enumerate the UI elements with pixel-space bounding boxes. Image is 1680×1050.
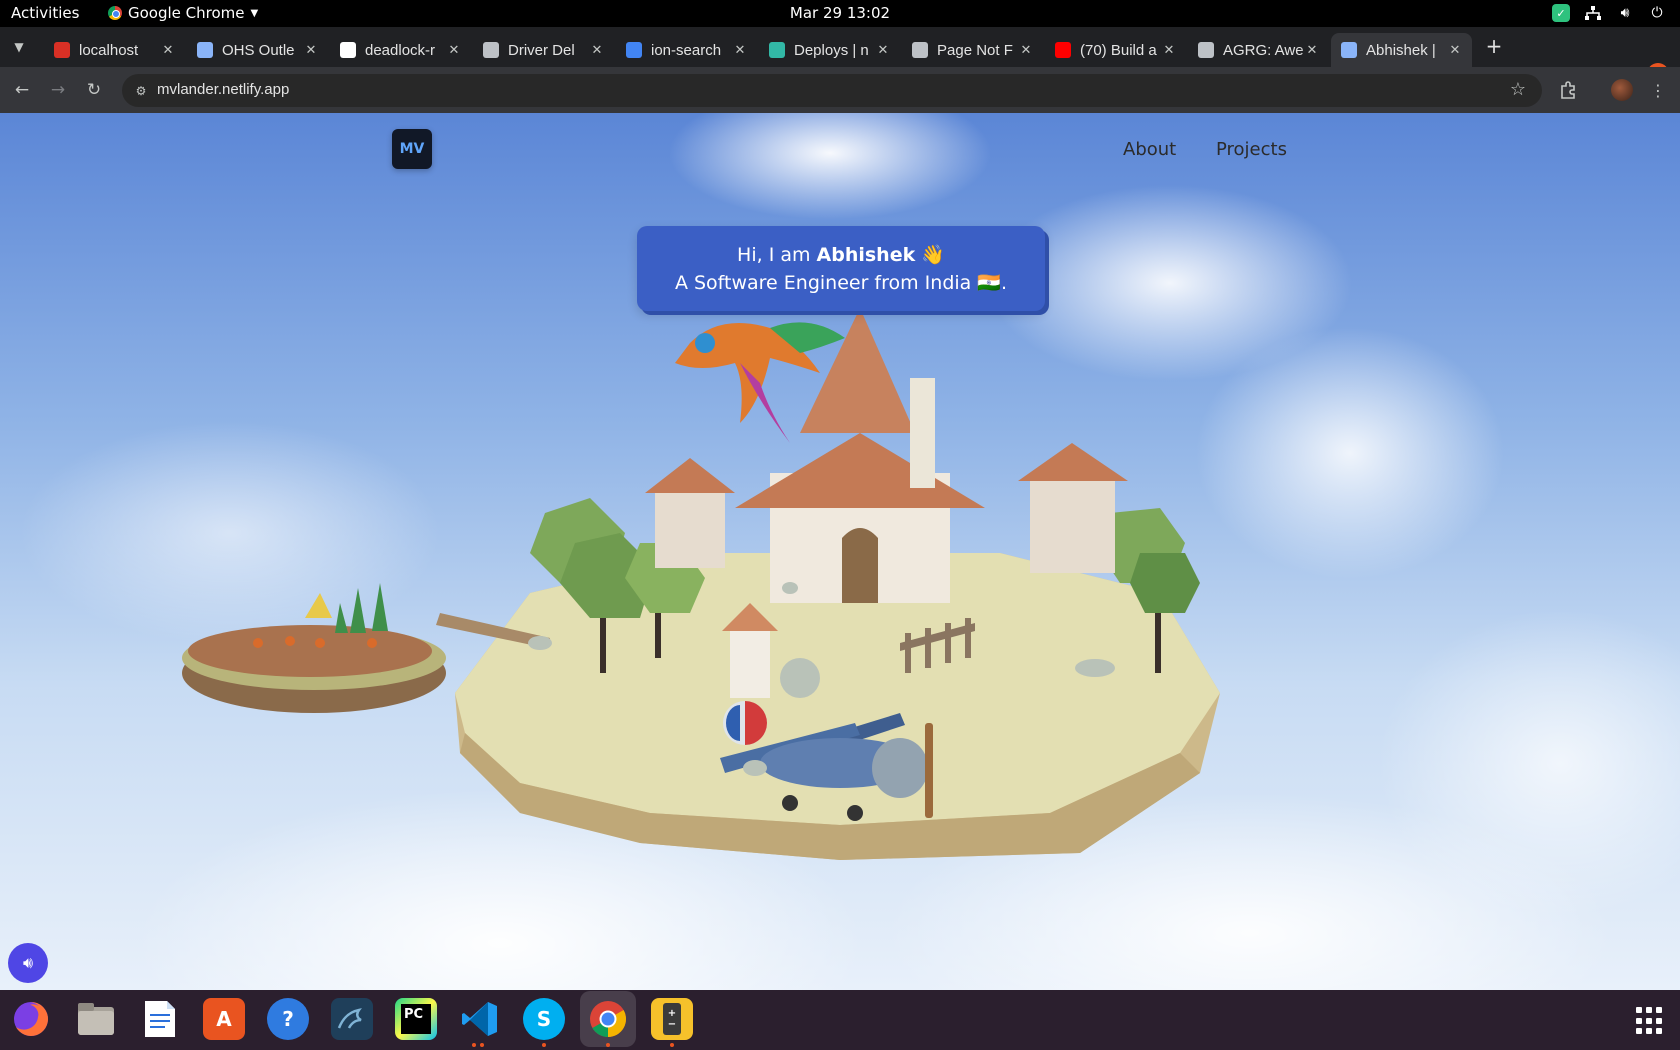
- tab-favicon-icon: [54, 42, 70, 58]
- address-bar[interactable]: ⚙ mvlander.netlify.app ☆: [122, 74, 1542, 107]
- chrome-menu-icon[interactable]: ⋮: [1647, 79, 1669, 101]
- network-icon[interactable]: [1584, 4, 1602, 22]
- forward-arrow-icon[interactable]: →: [47, 79, 69, 101]
- tab-favicon-icon: [340, 42, 356, 58]
- tab-favicon-icon: [483, 42, 499, 58]
- tab-favicon-icon: [912, 42, 928, 58]
- browser-tab[interactable]: Page Not F ✕: [902, 33, 1043, 67]
- app-center-icon[interactable]: A: [203, 998, 245, 1040]
- site-info-icon[interactable]: ⚙: [130, 80, 152, 102]
- back-arrow-icon[interactable]: ←: [11, 79, 33, 101]
- intro-greeting-line: Hi, I am Abhishek 👋: [637, 241, 1045, 269]
- browser-tab[interactable]: AGRG: Awe ✕: [1188, 33, 1329, 67]
- tab-close-icon[interactable]: ✕: [731, 41, 749, 59]
- tab-favicon-icon: [626, 42, 642, 58]
- greeting-prefix: Hi, I am: [737, 244, 817, 266]
- running-indicator: [542, 1043, 546, 1047]
- vscode-icon[interactable]: [459, 998, 501, 1040]
- profile-avatar[interactable]: [1611, 79, 1633, 101]
- mysql-workbench-icon[interactable]: [331, 998, 373, 1040]
- calculator-icon[interactable]: + −: [651, 998, 693, 1040]
- running-indicator: [472, 1043, 484, 1047]
- wave-emoji: 👋: [921, 244, 945, 266]
- tab-close-icon[interactable]: ✕: [1446, 41, 1464, 59]
- intro-subtitle: A Software Engineer from India 🇮🇳.: [674, 272, 1008, 294]
- tab-close-icon[interactable]: ✕: [445, 41, 463, 59]
- nav-projects-link[interactable]: Projects: [1216, 139, 1287, 160]
- system-top-bar: Activities Google Chrome ▼ Mar 29 13:02 …: [0, 0, 1680, 27]
- tab-close-icon[interactable]: ✕: [1017, 41, 1035, 59]
- tab-close-icon[interactable]: ✕: [588, 41, 606, 59]
- skype-icon[interactable]: S: [523, 998, 565, 1040]
- tab-favicon-icon: [197, 42, 213, 58]
- clock[interactable]: Mar 29 13:02: [0, 4, 1680, 22]
- extensions-icon[interactable]: [1557, 79, 1579, 101]
- tab-favicon-icon: [1341, 42, 1357, 58]
- new-tab-button[interactable]: +: [1481, 33, 1507, 59]
- tab-favicon-icon: [1198, 42, 1214, 58]
- browser-tab[interactable]: localhost ✕: [44, 33, 185, 67]
- ubuntu-dock: A ? PC S + −: [0, 990, 1680, 1050]
- system-tray[interactable]: ✓ 🔊︎ ⏻: [1552, 4, 1666, 22]
- tab-favicon-icon: [1055, 42, 1071, 58]
- tab-strip: ▼ localhost ✕ OHS Outle ✕ deadlock-r ✕ Driver …: [0, 27, 1680, 85]
- sound-toggle-button[interactable]: 🔊︎: [8, 943, 48, 983]
- web-page: MV About Projects Hi, I am Abhishek 👋 A …: [0, 113, 1680, 990]
- tab-favicon-icon: [769, 42, 785, 58]
- logo-button[interactable]: MV: [392, 129, 432, 169]
- browser-tab[interactable]: OHS Outle ✕: [187, 33, 328, 67]
- tab-close-icon[interactable]: ✕: [874, 41, 892, 59]
- nav-about-link[interactable]: About: [1123, 139, 1176, 160]
- browser-tab[interactable]: Deploys | n ✕: [759, 33, 900, 67]
- chrome-icon[interactable]: [587, 998, 629, 1040]
- speaker-icon: 🔊︎: [22, 953, 34, 972]
- running-indicator: [606, 1043, 610, 1047]
- author-name: Abhishek: [816, 244, 916, 266]
- intro-info-box: Hi, I am Abhishek 👋 A Software Engineer …: [637, 226, 1045, 311]
- tab-active[interactable]: Abhishek | ✕: [1331, 33, 1472, 67]
- tab-close-icon[interactable]: ✕: [1160, 41, 1178, 59]
- browser-tab[interactable]: deadlock-r ✕: [330, 33, 471, 67]
- browser-toolbar: ← → ↻ ⚙ mvlander.netlify.app ☆ ⋮: [0, 67, 1680, 113]
- url-text[interactable]: mvlander.netlify.app: [157, 81, 289, 98]
- files-icon[interactable]: [75, 998, 117, 1040]
- writer-icon[interactable]: [139, 998, 181, 1040]
- tab-search-button[interactable]: ▼: [8, 36, 30, 58]
- bookmark-star-icon[interactable]: ☆: [1510, 79, 1526, 100]
- power-icon[interactable]: ⏻: [1648, 4, 1666, 22]
- help-icon[interactable]: ?: [267, 998, 309, 1040]
- volume-icon[interactable]: 🔊︎: [1616, 4, 1634, 22]
- show-apps-icon[interactable]: [1636, 1007, 1664, 1035]
- browser-tab[interactable]: (70) Build a ✕: [1045, 33, 1186, 67]
- reload-icon[interactable]: ↻: [83, 79, 105, 101]
- browser-tab[interactable]: Driver Del ✕: [473, 33, 614, 67]
- running-indicator: [670, 1043, 674, 1047]
- firefox-icon[interactable]: [10, 998, 52, 1040]
- security-status-icon[interactable]: ✓: [1552, 4, 1570, 22]
- tab-close-icon[interactable]: ✕: [159, 41, 177, 59]
- tab-close-icon[interactable]: ✕: [302, 41, 320, 59]
- browser-tab[interactable]: ion-search ✕: [616, 33, 757, 67]
- tab-close-icon[interactable]: ✕: [1303, 41, 1321, 59]
- pycharm-icon[interactable]: PC: [395, 998, 437, 1040]
